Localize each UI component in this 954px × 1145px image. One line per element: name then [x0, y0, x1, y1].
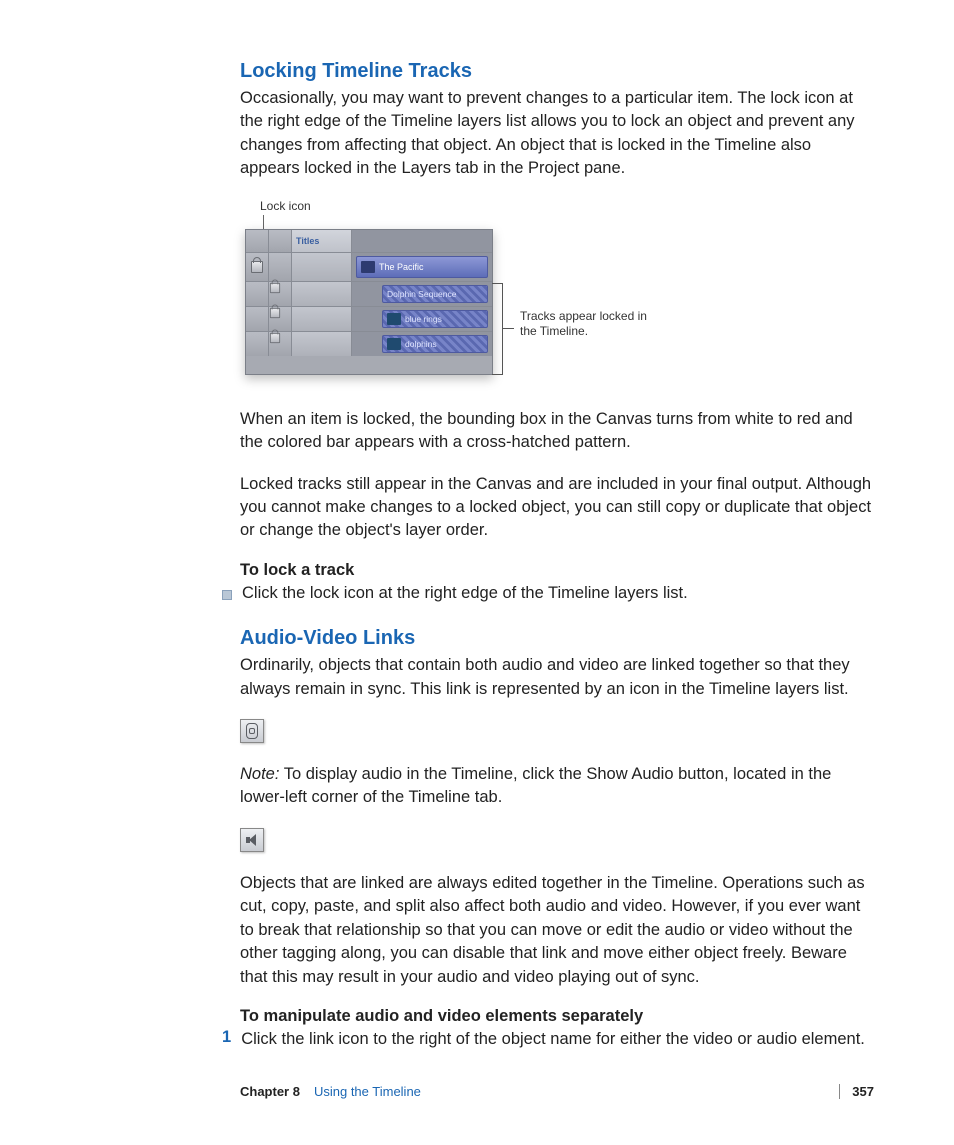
body-text: Locked tracks still appear in the Canvas… — [240, 473, 874, 543]
heading-audio-video-links: Audio-Video Links — [240, 627, 874, 650]
body-text: When an item is locked, the bounding box… — [240, 408, 874, 455]
body-text: Objects that are linked are always edite… — [240, 872, 874, 989]
task-heading: To manipulate audio and video elements s… — [240, 1007, 874, 1026]
timeline-group-header: Titles — [246, 230, 492, 253]
note-body: To display audio in the Timeline, click … — [240, 765, 831, 806]
footer-chapter: Chapter 8 — [240, 1084, 300, 1099]
task-heading: To lock a track — [240, 561, 874, 580]
page-footer: Chapter 8 Using the Timeline 357 — [240, 1084, 874, 1099]
lock-icon — [251, 261, 263, 273]
callout-lock-icon: Lock icon — [260, 199, 311, 213]
heading-locking-timeline-tracks: Locking Timeline Tracks — [240, 60, 874, 83]
locked-track-bar: Dolphin Sequence — [382, 285, 488, 303]
timeline-panel: Titles The Pacific — [245, 229, 493, 375]
speaker-icon — [240, 828, 264, 852]
task-step: Click the lock icon at the right edge of… — [242, 582, 688, 605]
bullet-icon — [222, 590, 232, 600]
lock-icon — [270, 308, 280, 318]
task-step: Click the link icon to the right of the … — [241, 1028, 865, 1051]
timeline-row: dolphins — [246, 332, 492, 356]
lock-icon — [270, 333, 280, 343]
locked-track-bar: dolphins — [382, 335, 488, 353]
note-label: Note: — [240, 765, 279, 783]
group-title: Titles — [292, 230, 352, 252]
figure-timeline-lock: Lock icon Titles The Pacific — [230, 199, 830, 384]
timeline-group-row: The Pacific — [246, 253, 492, 282]
step-number: 1 — [222, 1028, 231, 1047]
body-text: Ordinarily, objects that contain both au… — [240, 654, 874, 701]
body-text: Occasionally, you may want to prevent ch… — [240, 87, 874, 181]
locked-track-bar: blue rings — [382, 310, 488, 328]
footer-page-number: 357 — [839, 1084, 874, 1099]
group-bar: The Pacific — [356, 256, 488, 278]
callout-label: Lock icon — [260, 199, 311, 213]
footer-title: Using the Timeline — [314, 1084, 839, 1099]
timeline-row: Dolphin Sequence — [246, 282, 492, 307]
callout-locked-tracks: Tracks appear locked in the Timeline. — [520, 309, 647, 339]
note-text: Note: To display audio in the Timeline, … — [240, 763, 874, 810]
lock-icon — [270, 283, 280, 293]
timeline-row: blue rings — [246, 307, 492, 332]
link-icon — [240, 719, 264, 743]
